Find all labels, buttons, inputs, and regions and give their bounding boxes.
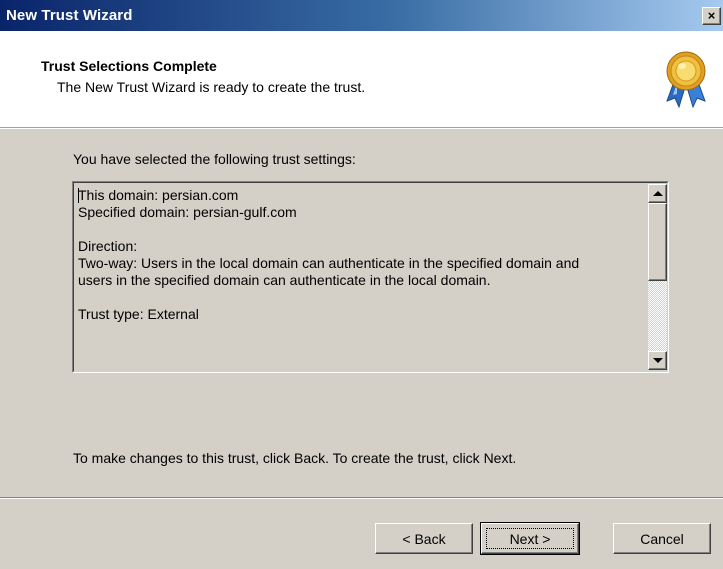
cancel-button[interactable]: Cancel	[613, 523, 711, 554]
vertical-scrollbar[interactable]	[648, 184, 667, 370]
window-title: New Trust Wizard	[6, 7, 133, 24]
instruction-text: To make changes to this trust, click Bac…	[73, 450, 517, 466]
close-button[interactable]: ×	[702, 7, 721, 25]
arrow-down-icon	[653, 358, 663, 363]
intro-text: You have selected the following trust se…	[73, 151, 356, 167]
cancel-button-label: Cancel	[640, 530, 684, 547]
close-icon: ×	[707, 8, 716, 23]
back-button-label: < Back	[402, 530, 446, 547]
page-subtitle: The New Trust Wizard is ready to create …	[57, 79, 366, 95]
title-bar[interactable]: New Trust Wizard ×	[0, 0, 723, 31]
back-button[interactable]: < Back	[375, 523, 473, 554]
scroll-down-button[interactable]	[648, 351, 667, 370]
trust-settings-textbox[interactable]: This domain: persian.com Specified domai…	[72, 181, 669, 373]
trust-settings-text: This domain: persian.com Specified domai…	[78, 187, 580, 322]
footer-separator	[0, 497, 723, 499]
page-title: Trust Selections Complete	[41, 58, 217, 74]
scrollbar-thumb[interactable]	[648, 203, 667, 281]
scroll-up-button[interactable]	[648, 184, 667, 203]
text-caret	[78, 188, 79, 203]
focus-rectangle	[486, 528, 574, 549]
wizard-header: Trust Selections Complete The New Trust …	[0, 31, 723, 128]
award-medal-icon	[666, 51, 706, 109]
next-button[interactable]: Next >	[480, 522, 580, 555]
arrow-up-icon	[653, 191, 663, 196]
